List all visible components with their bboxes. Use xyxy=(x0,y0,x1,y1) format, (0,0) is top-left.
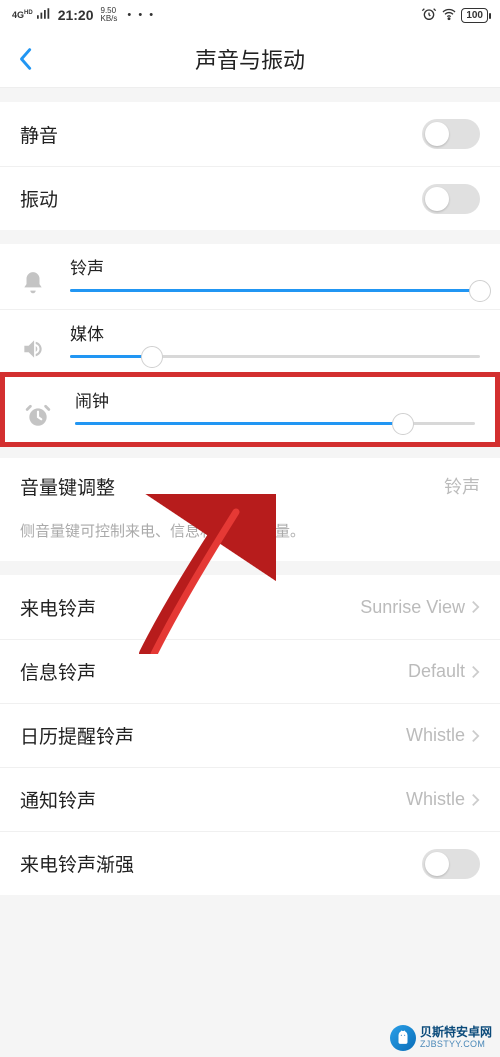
notify-ringtone-value: Whistle xyxy=(406,789,465,810)
row-calendar-ringtone[interactable]: 日历提醒铃声 Whistle xyxy=(0,703,500,767)
mute-toggle[interactable] xyxy=(422,119,480,149)
volume-key-desc: 侧音量键可控制来电、信息和通知的音量。 xyxy=(0,514,500,557)
media-slider-label: 媒体 xyxy=(70,320,480,345)
status-more-icon: • • • xyxy=(127,9,155,21)
vibrate-toggle[interactable] xyxy=(422,184,480,214)
signal-icon xyxy=(37,8,51,22)
alarm-icon xyxy=(25,403,61,434)
calendar-ringtone-value: Whistle xyxy=(406,725,465,746)
speaker-icon xyxy=(20,336,56,367)
wifi-icon xyxy=(441,6,457,25)
alarm-slider-label: 闹钟 xyxy=(75,387,475,412)
chevron-left-icon xyxy=(18,47,32,71)
slider-row-media: 媒体 xyxy=(0,309,500,375)
nav-bar: 声音与振动 xyxy=(0,30,500,88)
chevron-right-icon xyxy=(471,792,480,808)
back-button[interactable] xyxy=(0,30,50,87)
incoming-ringtone-label: 来电铃声 xyxy=(20,594,96,621)
highlight-annotation: 闹钟 xyxy=(0,372,500,447)
section-basic: 静音 振动 xyxy=(0,102,500,230)
watermark-logo-icon xyxy=(390,1025,416,1051)
battery-indicator: 100 xyxy=(461,8,488,23)
ascending-ringtone-label: 来电铃声渐强 xyxy=(20,850,134,877)
chevron-right-icon xyxy=(471,664,480,680)
volume-key-value: 铃声 xyxy=(444,473,480,499)
media-slider[interactable] xyxy=(70,355,480,358)
status-left: 4GHD 21:20 9.50KB/s • • • xyxy=(12,7,155,23)
chevron-right-icon xyxy=(471,599,480,615)
section-volume: 铃声 媒体 闹钟 xyxy=(0,244,500,447)
status-right: 100 xyxy=(421,6,488,25)
row-notify-ringtone[interactable]: 通知铃声 Whistle xyxy=(0,767,500,831)
slider-row-ringtone: 铃声 xyxy=(0,244,500,309)
section-ringtones: 来电铃声 Sunrise View 信息铃声 Default 日历提醒铃声 Wh… xyxy=(0,575,500,895)
message-ringtone-value: Default xyxy=(408,661,465,682)
ringtone-slider-label: 铃声 xyxy=(70,254,480,279)
calendar-ringtone-label: 日历提醒铃声 xyxy=(20,722,134,749)
row-vibrate[interactable]: 振动 xyxy=(0,166,500,230)
alarm-status-icon xyxy=(421,6,437,25)
slider-row-alarm: 闹钟 xyxy=(5,377,495,442)
row-mute[interactable]: 静音 xyxy=(0,102,500,166)
page-title: 声音与振动 xyxy=(195,43,305,75)
ringtone-slider[interactable] xyxy=(70,289,480,292)
mute-label: 静音 xyxy=(20,121,58,148)
volume-key-label: 音量键调整 xyxy=(20,473,115,500)
row-volume-key[interactable]: 音量键调整 铃声 xyxy=(0,458,500,514)
network-indicator: 4GHD xyxy=(12,10,33,20)
incoming-ringtone-value: Sunrise View xyxy=(360,597,465,618)
status-bar: 4GHD 21:20 9.50KB/s • • • 100 xyxy=(0,0,500,30)
row-message-ringtone[interactable]: 信息铃声 Default xyxy=(0,639,500,703)
notify-ringtone-label: 通知铃声 xyxy=(20,786,96,813)
section-volume-key: 音量键调整 铃声 侧音量键可控制来电、信息和通知的音量。 xyxy=(0,458,500,561)
chevron-right-icon xyxy=(471,728,480,744)
status-time: 21:20 xyxy=(58,7,94,23)
watermark-url: ZJBSTYY.COM xyxy=(420,1038,492,1050)
bell-icon xyxy=(20,270,56,301)
watermark-name: 贝斯特安卓网 xyxy=(420,1026,492,1038)
alarm-slider[interactable] xyxy=(75,422,475,425)
row-ascending-ringtone[interactable]: 来电铃声渐强 xyxy=(0,831,500,895)
row-incoming-ringtone[interactable]: 来电铃声 Sunrise View xyxy=(0,575,500,639)
status-speed: 9.50KB/s xyxy=(101,7,118,23)
message-ringtone-label: 信息铃声 xyxy=(20,658,96,685)
vibrate-label: 振动 xyxy=(20,185,58,212)
ascending-toggle[interactable] xyxy=(422,849,480,879)
watermark: 贝斯特安卓网 ZJBSTYY.COM xyxy=(390,1025,492,1051)
